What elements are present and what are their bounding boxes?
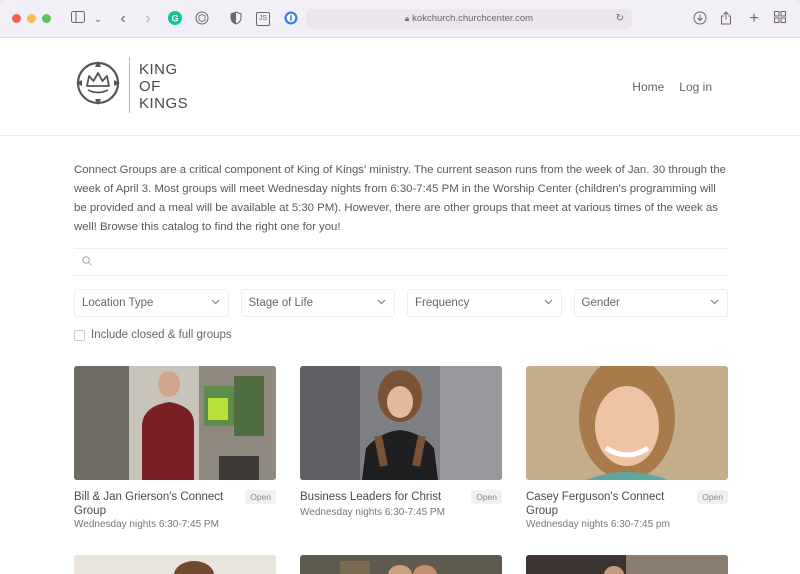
include-closed-label: Include closed & full groups xyxy=(91,329,232,341)
group-photo[interactable] xyxy=(300,555,502,574)
filter-label: Gender xyxy=(581,297,620,309)
cube-icon[interactable] xyxy=(194,11,210,27)
address-url: kokchurch.churchcenter.com xyxy=(412,13,534,24)
reload-icon[interactable]: ↻ xyxy=(616,9,624,29)
filter-label: Location Type xyxy=(82,297,154,309)
search-bar[interactable] xyxy=(74,248,728,276)
group-title[interactable]: Bill & Jan Grierson's Connect Group xyxy=(74,490,234,518)
filter-label: Frequency xyxy=(415,297,470,309)
download-icon[interactable] xyxy=(692,11,708,27)
church-logo-icon[interactable] xyxy=(74,59,122,107)
search-icon xyxy=(82,256,92,266)
stage-of-life-filter[interactable]: Stage of Life xyxy=(240,289,395,317)
group-photo[interactable] xyxy=(300,366,502,480)
forward-icon[interactable]: › xyxy=(140,11,156,27)
chevron-down-icon xyxy=(544,299,552,305)
group-photo[interactable] xyxy=(526,555,728,574)
chevron-down-icon[interactable]: ⌄ xyxy=(90,11,106,27)
search-input[interactable] xyxy=(98,253,698,271)
window-controls xyxy=(12,14,51,23)
gender-filter[interactable]: Gender xyxy=(573,289,728,317)
nav-login-link[interactable]: Log in xyxy=(679,80,712,94)
group-card[interactable]: Casey Ferguson's Connect Group Open Wedn… xyxy=(526,366,728,530)
include-closed-toggle[interactable]: Include closed & full groups xyxy=(74,329,232,341)
group-schedule: Wednesday nights 6:30-7:45 PM xyxy=(74,519,219,530)
shield-half-icon[interactable] xyxy=(228,11,244,27)
minimize-window-button[interactable] xyxy=(27,14,36,23)
group-card[interactable]: Bill & Jan Grierson's Connect Group Open… xyxy=(74,366,276,530)
share-icon[interactable] xyxy=(718,11,734,27)
logo-wordmark[interactable]: KING OF KINGS xyxy=(139,61,188,112)
status-badge: Open xyxy=(697,490,728,504)
group-photo[interactable] xyxy=(74,555,276,574)
svg-text:G: G xyxy=(171,14,178,24)
group-photo[interactable] xyxy=(526,366,728,480)
nav-home-link[interactable]: Home xyxy=(632,80,664,94)
frequency-filter[interactable]: Frequency xyxy=(407,289,562,317)
chevron-down-icon xyxy=(211,299,219,305)
site-header: KING OF KINGS Home Log in xyxy=(0,39,800,136)
include-closed-checkbox[interactable] xyxy=(74,329,85,341)
tab-overview-icon[interactable] xyxy=(772,11,788,27)
zoom-window-button[interactable] xyxy=(42,14,51,23)
new-tab-icon[interactable]: + xyxy=(746,11,762,27)
chevron-down-icon xyxy=(710,299,719,305)
address-bar[interactable]: 🔒︎ kokchurch.churchcenter.com ↻ xyxy=(306,9,632,29)
back-icon[interactable]: ‹ xyxy=(115,11,131,27)
group-title[interactable]: Casey Ferguson's Connect Group xyxy=(526,490,686,518)
status-badge: Open xyxy=(245,490,276,504)
logo-divider xyxy=(129,57,130,113)
group-schedule: Wednesday nights 6:30-7:45 pm xyxy=(526,519,670,530)
sidebar-toggle-icon[interactable] xyxy=(70,11,86,27)
close-window-button[interactable] xyxy=(12,14,21,23)
group-photo[interactable] xyxy=(74,366,276,480)
lock-icon: 🔒︎ xyxy=(404,14,410,23)
chevron-down-icon xyxy=(377,299,386,305)
onepassword-icon[interactable] xyxy=(283,11,299,27)
logo-line: KING xyxy=(139,61,178,78)
browser-window: ⌄ ‹ › G JS 🔒︎ kokchurch.churchcenter.com … xyxy=(0,0,800,574)
intro-text: Connect Groups are a critical component … xyxy=(74,164,726,233)
browser-toolbar: ⌄ ‹ › G JS 🔒︎ kokchurch.churchcenter.com … xyxy=(0,0,800,38)
grammarly-icon[interactable]: G xyxy=(167,11,183,27)
location-type-filter[interactable]: Location Type xyxy=(74,289,229,317)
group-title[interactable]: Business Leaders for Christ xyxy=(300,490,460,504)
logo-line: KINGS xyxy=(139,95,189,112)
filter-row: Location Type Stage of Life Frequency Ge… xyxy=(74,289,728,317)
status-badge: Open xyxy=(471,490,502,504)
filter-label: Stage of Life xyxy=(248,297,314,309)
logo-line: OF xyxy=(139,78,161,95)
group-card[interactable]: Business Leaders for Christ Open Wednesd… xyxy=(300,366,502,518)
main-nav: Home Log in xyxy=(632,80,712,94)
group-schedule: Wednesday nights 6:30-7:45 PM xyxy=(300,507,445,518)
js-icon[interactable]: JS xyxy=(256,12,270,26)
